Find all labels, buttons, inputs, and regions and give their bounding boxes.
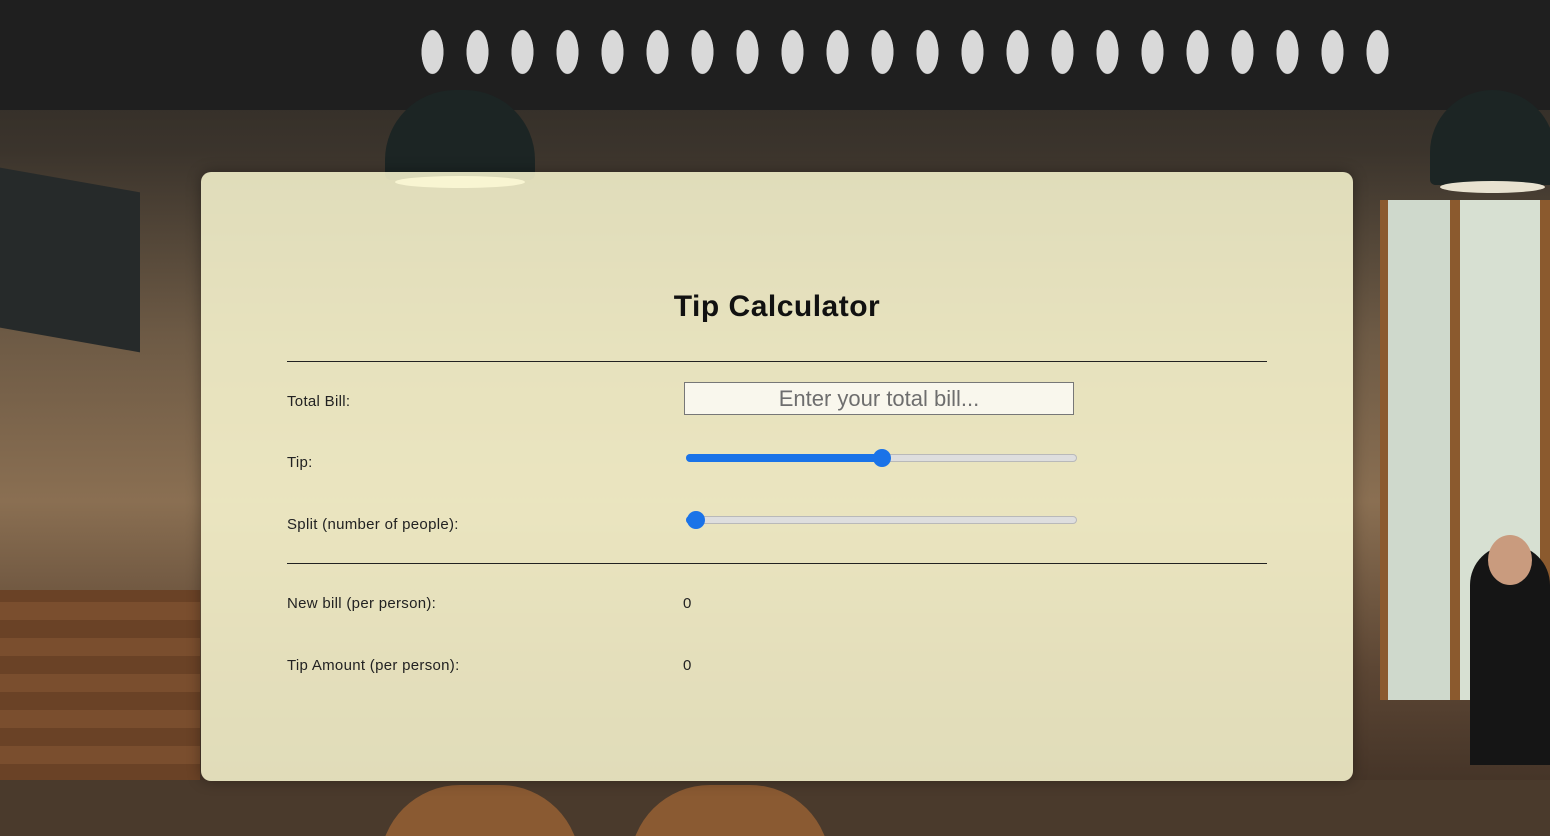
tip-label: Tip: (287, 454, 313, 471)
bottom-divider (287, 563, 1267, 564)
total-bill-label: Total Bill: (287, 393, 351, 410)
tip-calculator-card: Tip Calculator Total Bill: Tip: Split (n… (201, 172, 1353, 781)
split-slider-thumb[interactable] (687, 511, 705, 529)
tip-amount-value: 0 (683, 657, 692, 674)
top-divider (287, 361, 1267, 362)
tip-slider[interactable] (686, 448, 1077, 468)
split-label: Split (number of people): (287, 516, 459, 533)
split-slider-track (686, 516, 1077, 524)
new-bill-value: 0 (683, 595, 692, 612)
total-bill-input[interactable] (684, 382, 1074, 415)
tip-slider-fill (686, 454, 882, 462)
new-bill-label: New bill (per person): (287, 595, 437, 612)
split-slider[interactable] (686, 510, 1077, 530)
tip-slider-thumb[interactable] (872, 449, 891, 467)
tip-amount-label: Tip Amount (per person): (287, 657, 460, 674)
page-title: Tip Calculator (673, 290, 881, 323)
